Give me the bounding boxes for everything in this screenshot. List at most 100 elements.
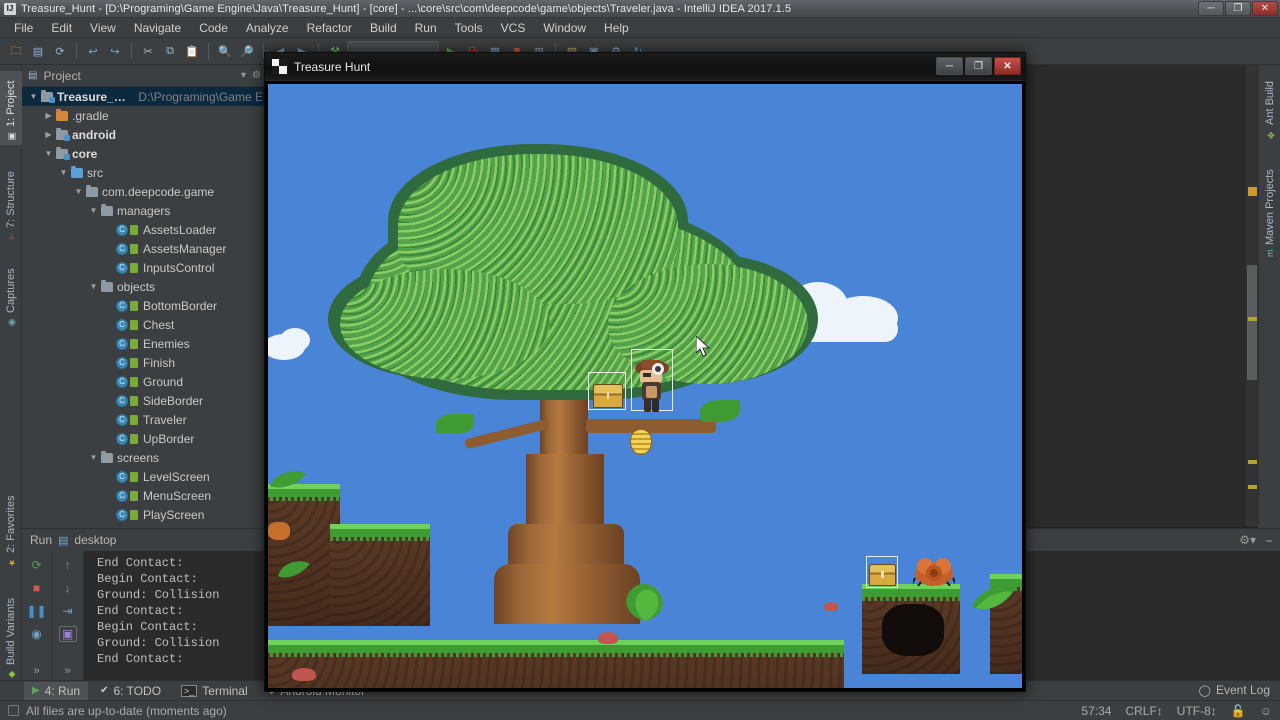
lock-icon[interactable]: 🔓 <box>1231 704 1246 718</box>
inspector-icon[interactable]: ☺ <box>1260 704 1272 718</box>
editor-scrollbar-thumb[interactable] <box>1247 265 1257 380</box>
tree-node-sideborder[interactable]: C SideBorder <box>22 391 267 410</box>
menu-vcs[interactable]: VCS <box>493 19 534 37</box>
tree-node-android[interactable]: ▶ android <box>22 125 267 144</box>
run-config-name[interactable]: desktop <box>74 533 116 547</box>
menu-file[interactable]: File <box>6 19 41 37</box>
soft-wrap-button[interactable]: ⇥ <box>59 603 77 619</box>
editor-marker-bar[interactable] <box>1246 65 1258 527</box>
copy-icon[interactable]: ⧉ <box>160 41 180 61</box>
tree-node-upborder[interactable]: C UpBorder <box>22 429 267 448</box>
gear-icon[interactable]: ⚙ <box>252 70 261 81</box>
cut-icon[interactable]: ✂ <box>138 41 158 61</box>
chevron-down-icon[interactable]: ▾ <box>241 70 246 81</box>
tree-node-levelscreen[interactable]: C LevelScreen <box>22 467 267 486</box>
more-actions-button-2[interactable]: » <box>64 665 70 677</box>
dump-threads-button[interactable]: ◉ <box>28 626 46 642</box>
chevron-right-icon[interactable]: ▶ <box>43 130 54 139</box>
bottom-tab-todo[interactable]: ✔ 6: TODO <box>92 682 169 700</box>
menu-tools[interactable]: Tools <box>447 19 491 37</box>
chevron-right-icon[interactable]: ▶ <box>43 111 54 120</box>
bottom-tab-terminal[interactable]: >_ Terminal <box>173 682 256 700</box>
enemy-crab[interactable] <box>911 556 957 587</box>
tree-node-src[interactable]: ▼ src <box>22 163 267 182</box>
menu-edit[interactable]: Edit <box>43 19 80 37</box>
tree-node-bottomborder[interactable]: C BottomBorder <box>22 296 267 315</box>
caret-position[interactable]: 57:34 <box>1081 704 1111 718</box>
sidebar-item-project[interactable]: ▣ 1: Project <box>0 71 22 145</box>
scroll-up-button[interactable]: ↑ <box>59 557 77 573</box>
pause-button[interactable]: ❚❚ <box>26 603 46 619</box>
tree-node-assetsmanager[interactable]: C AssetsManager <box>22 239 267 258</box>
undo-icon[interactable]: ↩ <box>83 41 103 61</box>
project-tree[interactable]: ▼ Treasure_Hunt D:\Programing\Game E ▶ .grad… <box>22 87 267 528</box>
event-log-button[interactable]: ◯ Event Log <box>1199 680 1270 700</box>
tree-node-screens[interactable]: ▼ screens <box>22 448 267 467</box>
chevron-down-icon[interactable]: ▼ <box>88 282 99 291</box>
save-all-icon[interactable]: ▤ <box>28 41 48 61</box>
menu-run[interactable]: Run <box>407 19 445 37</box>
tree-node-inputscontrol[interactable]: C InputsControl <box>22 258 267 277</box>
marker-change[interactable] <box>1248 485 1257 489</box>
chevron-down-icon[interactable]: ▼ <box>43 149 54 158</box>
scroll-to-end-button[interactable]: ▣ <box>58 626 77 642</box>
more-actions-button[interactable]: » <box>33 665 39 677</box>
bottom-tab-run[interactable]: ▶ 4: Run <box>24 681 89 700</box>
menu-refactor[interactable]: Refactor <box>299 19 360 37</box>
chevron-down-icon[interactable]: ▼ <box>88 206 99 215</box>
scroll-down-button[interactable]: ↓ <box>59 580 77 596</box>
tree-node--gradle[interactable]: ▶ .gradle <box>22 106 267 125</box>
tree-node-playscreen[interactable]: C PlayScreen <box>22 505 267 524</box>
game-maximize-button[interactable]: ❐ <box>965 57 992 75</box>
tree-node-enemies[interactable]: C Enemies <box>22 334 267 353</box>
sync-icon[interactable]: ⟳ <box>50 41 70 61</box>
tree-node-managers[interactable]: ▼ managers <box>22 201 267 220</box>
sidebar-item-favorites[interactable]: ★ 2: Favorites <box>0 487 22 571</box>
tree-node-chest[interactable]: C Chest <box>22 315 267 334</box>
tree-node-core[interactable]: ▼ core <box>22 144 267 163</box>
chevron-down-icon[interactable]: ▼ <box>58 168 69 177</box>
sidebar-item-build-variants[interactable]: ◆ Build Variants <box>0 583 22 683</box>
game-minimize-button[interactable]: ─ <box>936 57 963 75</box>
tree-node-finish[interactable]: C Finish <box>22 353 267 372</box>
file-encoding[interactable]: UTF-8↕ <box>1177 704 1217 718</box>
chest-on-platform[interactable] <box>869 564 896 586</box>
search-icon[interactable]: 🔍 <box>215 41 235 61</box>
game-close-button[interactable]: ✕ <box>994 57 1021 75</box>
paste-icon[interactable]: 📋 <box>182 41 202 61</box>
menu-build[interactable]: Build <box>362 19 405 37</box>
maximize-button[interactable]: ❐ <box>1225 1 1251 16</box>
tree-node-menuscreen[interactable]: C MenuScreen <box>22 486 267 505</box>
sidebar-item-structure[interactable]: ⑂ 7: Structure <box>0 159 22 245</box>
chevron-down-icon[interactable]: ▼ <box>28 92 39 101</box>
stop-button[interactable]: ■ <box>28 580 46 596</box>
menu-help[interactable]: Help <box>596 19 637 37</box>
tree-node-ground[interactable]: C Ground <box>22 372 267 391</box>
tree-node-objects[interactable]: ▼ objects <box>22 277 267 296</box>
traveler-character[interactable] <box>634 356 670 414</box>
minimize-button[interactable]: ─ <box>1198 1 1224 16</box>
tree-node-treasure-hunt[interactable]: ▼ Treasure_Hunt D:\Programing\Game E <box>22 87 267 106</box>
chevron-down-icon[interactable]: ▼ <box>88 453 99 462</box>
redo-icon[interactable]: ↪ <box>105 41 125 61</box>
game-window[interactable]: Treasure Hunt ─ ❐ ✕ <box>264 52 1026 692</box>
sidebar-item-maven-projects[interactable]: m Maven Projects <box>1259 157 1280 261</box>
marker-change[interactable] <box>1248 317 1257 321</box>
tree-node-assetsloader[interactable]: C AssetsLoader <box>22 220 267 239</box>
line-separator[interactable]: CRLF↕ <box>1125 704 1162 718</box>
menu-code[interactable]: Code <box>191 19 236 37</box>
sidebar-item-captures[interactable]: ◉ Captures <box>0 257 22 331</box>
tree-node-traveler[interactable]: C Traveler <box>22 410 267 429</box>
marker-change[interactable] <box>1248 460 1257 464</box>
rerun-button[interactable]: ⟳ <box>28 557 46 573</box>
menu-window[interactable]: Window <box>535 19 594 37</box>
sidebar-item-ant-build[interactable]: ✥ Ant Build <box>1259 71 1280 143</box>
chest-on-branch[interactable] <box>593 384 623 408</box>
tree-node-com-deepcode-game[interactable]: ▼ com.deepcode.game <box>22 182 267 201</box>
menu-view[interactable]: View <box>82 19 124 37</box>
close-button[interactable]: ✕ <box>1252 1 1278 16</box>
gear-icon[interactable]: ⚙▾ <box>1239 533 1256 548</box>
open-folder-icon[interactable]: 🗀 <box>6 41 26 61</box>
replace-icon[interactable]: 🔎 <box>237 41 257 61</box>
hide-icon[interactable]: ⎯ <box>1266 533 1272 548</box>
